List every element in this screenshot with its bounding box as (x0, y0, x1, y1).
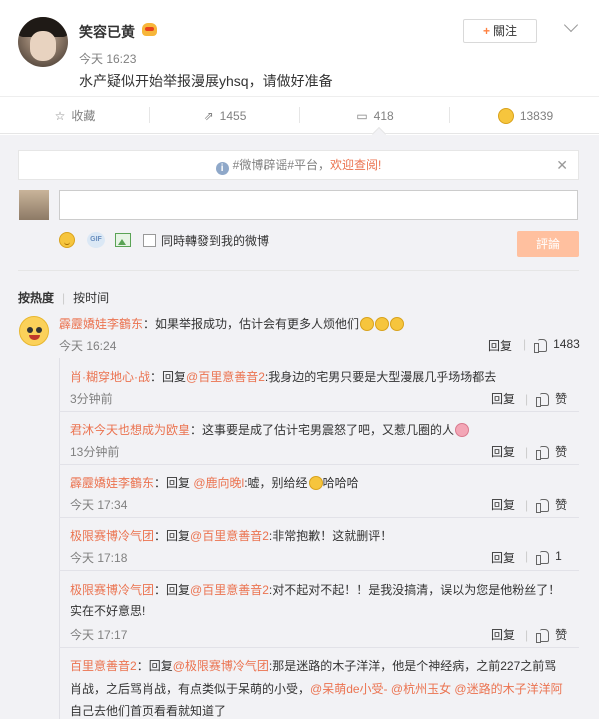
divider (59, 517, 579, 518)
divider (59, 464, 579, 465)
reply-button[interactable]: 回复 (491, 443, 515, 460)
comment-body: 霹靂嬌娃李鶴东：如果举报成功，估计会有更多人烦他们 (59, 315, 405, 332)
divider (59, 647, 579, 648)
reply-author[interactable]: 百里意善音2 (70, 659, 137, 673)
repost-icon: ⇗ (203, 108, 214, 123)
reply-item: 霹靂嬌娃李鶴东：回复 @鹿向晚l:嘘，别给经 哈哈哈 (70, 476, 359, 490)
close-icon[interactable]: ✕ (556, 151, 568, 180)
reply-button[interactable]: 回复 (488, 337, 512, 354)
vip-badge-icon (142, 23, 157, 36)
divider (59, 411, 579, 412)
thumbs-up-icon (534, 338, 548, 353)
reply-text-continued: 自己去他们首页看看就知道了 (70, 704, 227, 718)
emoji-icon[interactable] (59, 232, 75, 248)
reply-text-continued: 实在不好意思! (70, 604, 146, 618)
comment-time: 今天 16:24 (59, 339, 117, 353)
emoji-icon (375, 317, 390, 331)
emoji-icon (455, 423, 470, 437)
post-action-bar: ☆ 收藏 ⇗ 1455 ▭ 418 13839 (0, 97, 599, 142)
reply-author[interactable]: 肖·糊穿地心·战 (70, 370, 150, 384)
rumor-notice: i #微博辟谣#平台，欢迎查阅! ✕ (18, 150, 579, 180)
mention-link[interactable]: @鹿向晚l (193, 476, 244, 490)
composer-tools: GIF 同時轉發到我的微博 (59, 231, 269, 249)
reply-button[interactable]: 回复 (491, 626, 515, 643)
thumbs-up-icon (536, 445, 550, 460)
sort-tabs: 按热度 | 按时间 (18, 291, 110, 305)
repost-button[interactable]: ⇗ 1455 (150, 97, 300, 134)
comment-like-button[interactable]: | 1483 (523, 337, 580, 353)
image-icon[interactable] (115, 233, 131, 247)
info-icon: i (215, 162, 229, 175)
comment-icon: ▭ (356, 108, 368, 123)
follow-button[interactable]: + 關注 (463, 19, 537, 43)
notice-link[interactable]: 欢迎查阅! (330, 158, 381, 172)
mention-link[interactable]: @杭州玉女 (391, 682, 451, 696)
reply-time: 今天 17:17 (70, 628, 128, 642)
favorite-button[interactable]: ☆ 收藏 (0, 97, 150, 134)
repost-checkbox-label: 同時轉發到我的微博 (161, 233, 270, 248)
mention-link[interactable]: @极限赛博冷气团 (173, 659, 269, 673)
reply-like-button[interactable]: | 赞 (525, 443, 567, 460)
wow-emoji-icon (497, 107, 514, 124)
mention-link[interactable]: @百里意善音2 (190, 529, 269, 543)
thumbs-up-icon (536, 392, 550, 407)
reply-text-continued: 肖战，之后骂肖战，有点类似于呆萌的小受，@呆萌de小受- @杭州玉女 @迷路的木… (70, 682, 563, 696)
emoji-icon (308, 476, 323, 490)
reply-button[interactable]: 回复 (491, 549, 515, 566)
reply-like-button[interactable]: | 赞 (525, 626, 567, 643)
reply-item: 肖·糊穿地心·战：回复@百里意善音2:我身边的宅男只要是大型漫展几乎场场都去 (70, 370, 497, 384)
mention-link[interactable]: @呆萌de小受- (310, 682, 388, 696)
divider (59, 570, 579, 571)
reply-item: 极限赛博冷气团：回复@百里意善音2:非常抱歉！这就删评！ (70, 529, 393, 543)
reply-author[interactable]: 极限赛博冷气团 (70, 583, 154, 597)
emoji-icon (390, 317, 405, 331)
reply-author[interactable]: 极限赛博冷气团 (70, 529, 154, 543)
thumbs-up-icon (536, 628, 550, 643)
sort-time-tab[interactable]: 按时间 (73, 291, 109, 305)
sort-hot-tab[interactable]: 按热度 (18, 291, 54, 305)
weibo-post: 笑容已黄 今天 16:23 水产疑似开始举报漫展yhsq，请做好准备 + 關注 (0, 0, 599, 97)
author-avatar[interactable] (18, 17, 68, 67)
mention-link[interactable]: @百里意善音2 (186, 370, 265, 384)
my-avatar (19, 190, 49, 220)
reply-author[interactable]: 霹靂嬌娃李鶴东 (70, 476, 154, 490)
reply-item: 百里意善音2：回复@极限赛博冷气团:那是迷路的木子洋洋，他是个神经病，之前227… (70, 659, 557, 673)
reply-time: 13分钟前 (70, 445, 120, 459)
commenter-name[interactable]: 霹靂嬌娃李鶴东 (59, 317, 143, 331)
commenter-avatar[interactable] (19, 316, 49, 346)
reply-button[interactable]: 回复 (491, 390, 515, 407)
comment-input[interactable] (59, 190, 578, 220)
reply-time: 3分钟前 (70, 392, 113, 406)
reply-time: 今天 17:34 (70, 498, 128, 512)
comment-button[interactable]: ▭ 418 (300, 97, 450, 134)
reply-time: 今天 17:18 (70, 551, 128, 565)
star-icon: ☆ (54, 108, 66, 123)
repost-checkbox[interactable] (143, 233, 156, 247)
gif-icon[interactable]: GIF (87, 232, 105, 248)
mention-link[interactable]: @迷路的木子洋洋阿 (454, 682, 562, 696)
reply-button[interactable]: 回复 (491, 496, 515, 513)
like-button[interactable]: 13839 (450, 97, 599, 134)
post-text: 水产疑似开始举报漫展yhsq，请做好准备 (79, 73, 333, 89)
divider (18, 270, 579, 271)
chevron-down-icon[interactable] (563, 17, 579, 33)
mention-link[interactable]: @百里意善音2 (190, 583, 269, 597)
reply-item: 君沐今天也想成为欧皇：这事要是成了估计宅男震怒了吧，又惹几圈的人 (70, 421, 470, 438)
author-name[interactable]: 笑容已黄 (79, 22, 135, 42)
submit-comment-button[interactable]: 評論 (517, 231, 579, 257)
reply-like-button[interactable]: | 赞 (525, 390, 567, 407)
reply-author[interactable]: 君沐今天也想成为欧皇 (70, 423, 190, 437)
reply-like-button[interactable]: | 赞 (525, 496, 567, 513)
emoji-icon (360, 317, 375, 331)
reply-item: 极限赛博冷气团：回复@百里意善音2:对不起对不起！！是我没搞清，误以为您是他粉丝… (70, 583, 561, 597)
thumbs-up-icon (536, 498, 550, 513)
post-time[interactable]: 今天 16:23 (79, 50, 136, 67)
thumbs-up-icon (536, 550, 550, 565)
reply-like-button[interactable]: | 1 (525, 549, 562, 565)
